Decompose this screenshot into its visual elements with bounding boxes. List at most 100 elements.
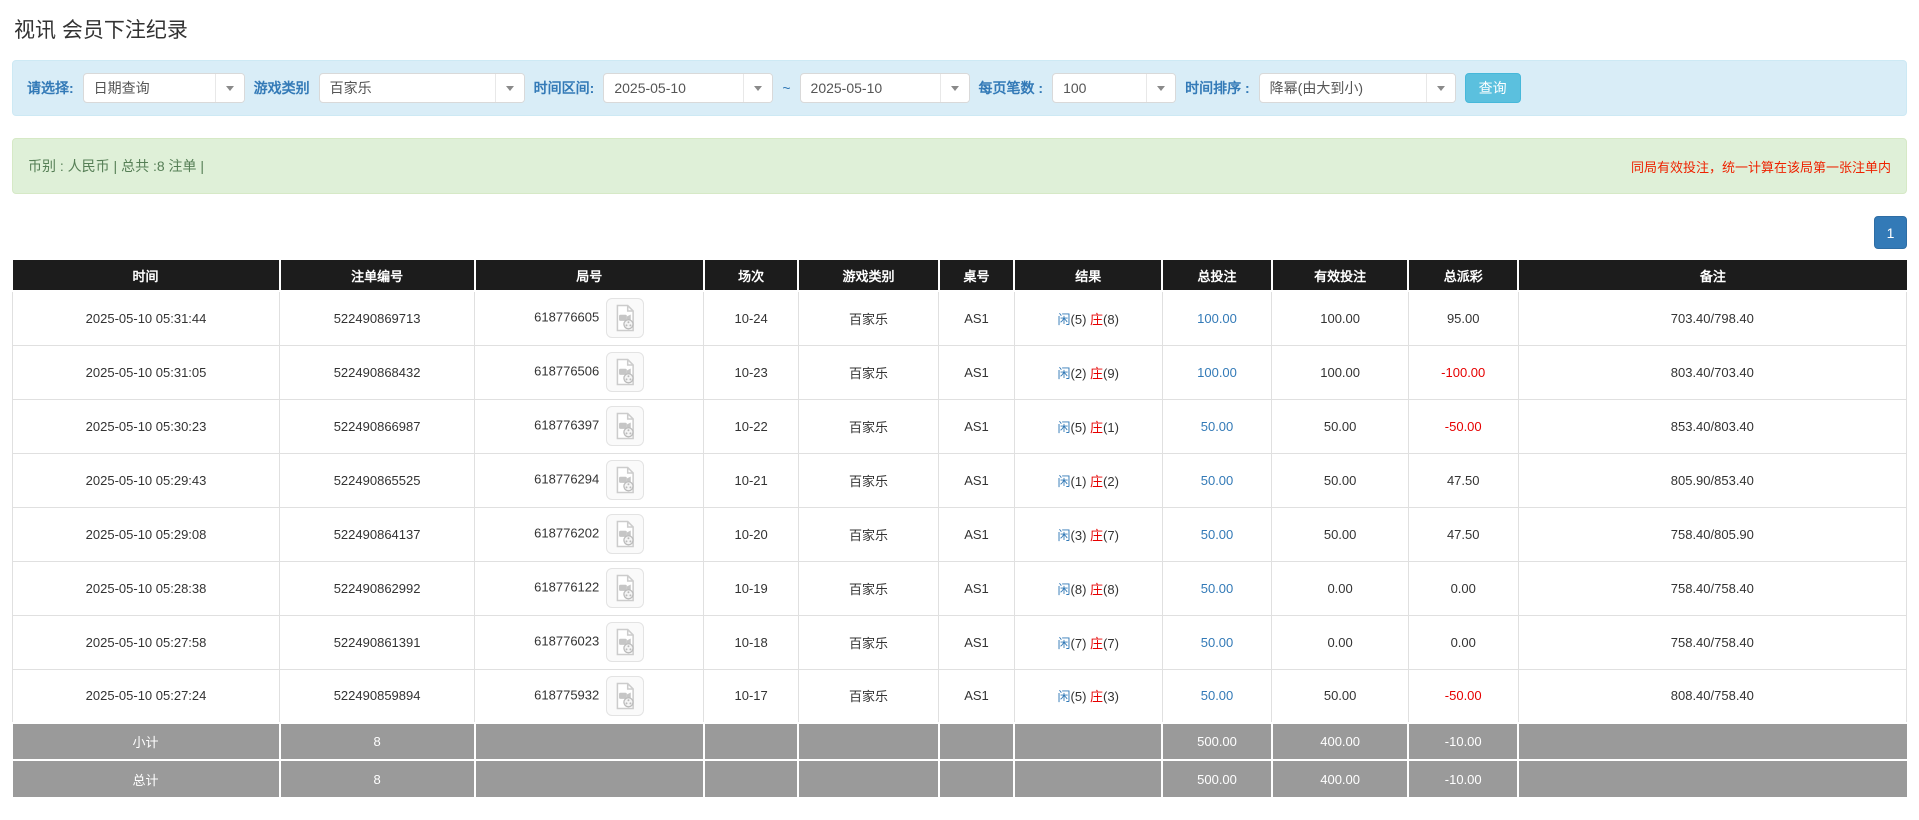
cell-valid-bet: 50.00 bbox=[1272, 399, 1408, 453]
video-replay-icon bbox=[612, 627, 638, 657]
cell-round-id: 618776506 bbox=[475, 345, 704, 399]
cell-remark: 805.90/853.40 bbox=[1518, 453, 1906, 507]
video-replay-button[interactable] bbox=[606, 568, 644, 608]
total-bet-link[interactable]: 50.00 bbox=[1201, 581, 1234, 596]
cell-time: 2025-05-10 05:28:38 bbox=[13, 561, 280, 615]
cell-bet-id: 522490864137 bbox=[280, 507, 475, 561]
col-header-1: 注单编号 bbox=[280, 260, 475, 291]
video-replay-icon bbox=[612, 681, 638, 711]
summary-cell bbox=[704, 760, 799, 797]
chevron-down-icon[interactable] bbox=[743, 74, 772, 102]
cell-table-no: AS1 bbox=[939, 615, 1015, 669]
cell-total-bet: 100.00 bbox=[1162, 291, 1272, 345]
col-header-8: 有效投注 bbox=[1272, 260, 1408, 291]
cell-valid-bet: 50.00 bbox=[1272, 669, 1408, 723]
col-header-7: 总投注 bbox=[1162, 260, 1272, 291]
cell-bet-id: 522490866987 bbox=[280, 399, 475, 453]
cell-session: 10-19 bbox=[704, 561, 799, 615]
chevron-down-icon[interactable] bbox=[495, 74, 524, 102]
total-bet-link[interactable]: 50.00 bbox=[1201, 473, 1234, 488]
date-to-select[interactable]: 2025-05-10 bbox=[800, 73, 970, 103]
video-replay-button[interactable] bbox=[606, 352, 644, 392]
cell-session: 10-20 bbox=[704, 507, 799, 561]
cell-round-id: 618776294 bbox=[475, 453, 704, 507]
page-size-select[interactable]: 100 bbox=[1052, 73, 1176, 103]
video-replay-button[interactable] bbox=[606, 460, 644, 500]
total-bet-link[interactable]: 50.00 bbox=[1201, 527, 1234, 542]
player-result: 闲 bbox=[1058, 312, 1071, 327]
query-type-select[interactable]: 日期查询 bbox=[83, 73, 245, 103]
video-replay-button[interactable] bbox=[606, 514, 644, 554]
page-button-1[interactable]: 1 bbox=[1874, 216, 1907, 249]
total-bet-link[interactable]: 50.00 bbox=[1201, 419, 1234, 434]
total-bet-link[interactable]: 100.00 bbox=[1197, 365, 1237, 380]
round-id: 618776202 bbox=[534, 525, 599, 540]
summary-cell: 400.00 bbox=[1272, 723, 1408, 760]
cell-total-bet: 50.00 bbox=[1162, 399, 1272, 453]
banker-result: 庄 bbox=[1090, 420, 1103, 435]
total-bet-link[interactable]: 50.00 bbox=[1201, 688, 1234, 703]
cell-table-no: AS1 bbox=[939, 561, 1015, 615]
cell-payout: 47.50 bbox=[1408, 453, 1518, 507]
game-type-label: 游戏类别 bbox=[254, 78, 310, 98]
chevron-down-icon[interactable] bbox=[1426, 74, 1455, 102]
filter-bar: 请选择: 日期查询 游戏类别 百家乐 时间区间: 2025-05-10 ~ 20… bbox=[12, 60, 1907, 116]
time-range-label: 时间区间: bbox=[534, 78, 595, 98]
search-button[interactable]: 查询 bbox=[1465, 73, 1521, 103]
game-type-select[interactable]: 百家乐 bbox=[319, 73, 525, 103]
summary-cell bbox=[798, 723, 938, 760]
cell-session: 10-21 bbox=[704, 453, 799, 507]
col-header-5: 桌号 bbox=[939, 260, 1015, 291]
cell-round-id: 618776605 bbox=[475, 291, 704, 345]
summary-cell: 8 bbox=[280, 723, 475, 760]
video-replay-button[interactable] bbox=[606, 622, 644, 662]
chevron-down-icon[interactable] bbox=[1146, 74, 1175, 102]
summary-cell bbox=[1518, 723, 1906, 760]
date-from-select[interactable]: 2025-05-10 bbox=[603, 73, 773, 103]
total-bet-link[interactable]: 50.00 bbox=[1201, 635, 1234, 650]
table-row: 2025-05-10 05:29:43522490865525618776294… bbox=[13, 453, 1907, 507]
cell-remark: 758.40/758.40 bbox=[1518, 561, 1906, 615]
cell-valid-bet: 50.00 bbox=[1272, 507, 1408, 561]
sort-value: 降幂(由大到小) bbox=[1260, 74, 1426, 102]
summary-cell: 500.00 bbox=[1162, 760, 1272, 797]
video-replay-icon bbox=[612, 411, 638, 441]
cell-result: 闲(3) 庄(7) bbox=[1014, 507, 1162, 561]
round-id: 618776506 bbox=[534, 363, 599, 378]
cell-total-bet: 100.00 bbox=[1162, 345, 1272, 399]
cell-result: 闲(5) 庄(1) bbox=[1014, 399, 1162, 453]
summary-cell bbox=[475, 760, 704, 797]
summary-cell bbox=[1014, 723, 1162, 760]
cell-game-type: 百家乐 bbox=[798, 507, 938, 561]
summary-row: 总计8500.00400.00-10.00 bbox=[13, 760, 1907, 797]
table-row: 2025-05-10 05:27:58522490861391618776023… bbox=[13, 615, 1907, 669]
cell-result: 闲(7) 庄(7) bbox=[1014, 615, 1162, 669]
col-header-2: 局号 bbox=[475, 260, 704, 291]
chevron-down-icon[interactable] bbox=[215, 74, 244, 102]
cell-total-bet: 50.00 bbox=[1162, 507, 1272, 561]
cell-game-type: 百家乐 bbox=[798, 615, 938, 669]
cell-remark: 853.40/803.40 bbox=[1518, 399, 1906, 453]
cell-payout: -50.00 bbox=[1408, 669, 1518, 723]
pagination: 1 bbox=[12, 216, 1907, 249]
video-replay-button[interactable] bbox=[606, 298, 644, 338]
table-row: 2025-05-10 05:30:23522490866987618776397… bbox=[13, 399, 1907, 453]
cell-table-no: AS1 bbox=[939, 669, 1015, 723]
cell-valid-bet: 0.00 bbox=[1272, 561, 1408, 615]
col-header-9: 总派彩 bbox=[1408, 260, 1518, 291]
summary-cell bbox=[704, 723, 799, 760]
cell-session: 10-18 bbox=[704, 615, 799, 669]
page-size-label: 每页笔数 : bbox=[979, 78, 1044, 98]
total-bet-link[interactable]: 100.00 bbox=[1197, 311, 1237, 326]
sort-select[interactable]: 降幂(由大到小) bbox=[1259, 73, 1456, 103]
cell-valid-bet: 50.00 bbox=[1272, 453, 1408, 507]
cell-session: 10-22 bbox=[704, 399, 799, 453]
cell-session: 10-24 bbox=[704, 291, 799, 345]
cell-bet-id: 522490865525 bbox=[280, 453, 475, 507]
chevron-down-icon[interactable] bbox=[940, 74, 969, 102]
video-replay-button[interactable] bbox=[606, 676, 644, 716]
player-result: 闲 bbox=[1058, 366, 1071, 381]
cell-round-id: 618776397 bbox=[475, 399, 704, 453]
video-replay-button[interactable] bbox=[606, 406, 644, 446]
summary-cell bbox=[798, 760, 938, 797]
